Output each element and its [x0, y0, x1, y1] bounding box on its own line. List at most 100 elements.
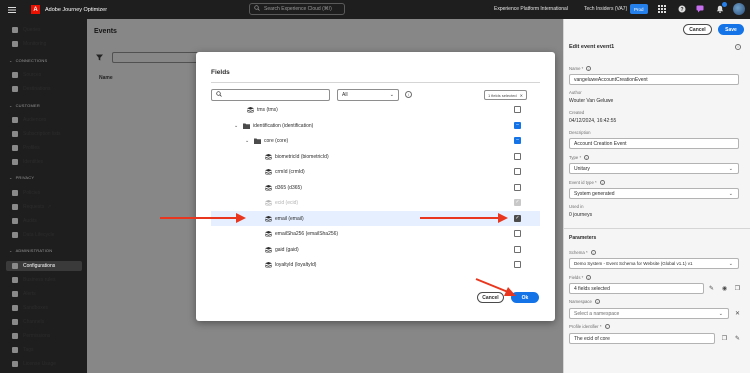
sidebar-item-business-rules[interactable]: Business rules [12, 275, 56, 285]
sidebar-item-sources[interactable]: Sources [12, 70, 41, 80]
tree-row[interactable]: email (email) ✓ [211, 211, 540, 226]
tree-row[interactable]: loyaltyId (loyaltyId) [211, 257, 540, 272]
sidebar-item-audiences[interactable]: Audiences [12, 115, 46, 125]
name-field[interactable]: vangeluweAccountCreationEvent [569, 74, 739, 85]
sidebar-item-permissions[interactable]: Permissions [12, 331, 50, 341]
namespace-select[interactable]: Select a namespace ⌄ [569, 308, 729, 319]
field-checkbox[interactable] [514, 168, 521, 175]
save-button[interactable]: Save [718, 24, 744, 35]
field-checkbox[interactable] [514, 246, 521, 253]
sidebar-item-license-usage[interactable]: License Usage [12, 359, 56, 369]
chat-icon[interactable] [695, 4, 705, 14]
sidebar-item-profiles[interactable]: Profiles [12, 143, 40, 153]
sidebar-item-subscription-lists[interactable]: Subscription lists [12, 129, 61, 139]
tree-row[interactable]: biometricId (biometricId) [211, 149, 540, 164]
search-icon [216, 91, 222, 99]
field-checkbox[interactable] [514, 230, 521, 237]
tree-row[interactable]: tms (tms) [211, 102, 540, 117]
sidebar-item-data-lifecycle[interactable]: Data Lifecycle [12, 230, 54, 240]
edit-pencil-icon[interactable]: ✎ [708, 285, 715, 292]
copy-icon[interactable]: ❐ [734, 285, 741, 292]
monitoring-icon [12, 41, 18, 47]
profile-identifier-field[interactable]: The ecid of core [569, 333, 715, 344]
sidebar-item-channels[interactable]: Channels [12, 317, 44, 327]
apps-grid-icon[interactable] [657, 4, 667, 14]
copy-icon[interactable]: ❐ [721, 335, 728, 342]
cancel-button[interactable]: Cancel [683, 24, 712, 35]
type-select[interactable]: Unitary ⌄ [569, 163, 739, 174]
sidebar-item-tags[interactable]: Tags [12, 345, 34, 355]
field-group-icon [265, 215, 272, 222]
avatar[interactable] [733, 3, 745, 15]
event-id-type-select[interactable]: System generated ⌄ [569, 188, 739, 199]
field-checkbox[interactable] [514, 184, 521, 191]
close-icon[interactable]: ✕ [520, 93, 523, 98]
modal-cancel-button[interactable]: Cancel [477, 292, 504, 303]
info-icon[interactable]: i [586, 275, 592, 280]
filter-select[interactable]: All ⌄ [337, 89, 399, 101]
field-checkbox[interactable]: – [514, 137, 521, 144]
svg-text:?: ? [680, 7, 683, 13]
chevron-down-icon[interactable]: ⌄ [245, 138, 249, 144]
org-name[interactable]: Experience Platform International [494, 6, 568, 12]
sidebar-section-customer[interactable]: ⌄ CUSTOMER [9, 103, 40, 108]
sidebar-item-configurations[interactable]: Configurations [6, 261, 82, 271]
tree-row[interactable]: ecid (ecid) ✓ [211, 195, 540, 210]
adobe-logo-icon[interactable]: A [31, 5, 40, 14]
sidebar-item-identities[interactable]: Identities [12, 157, 43, 167]
sandbox-name[interactable]: Tech Insiders (VA7) [584, 6, 627, 12]
sidebar-section-privacy[interactable]: ⌄ PRIVACY [9, 175, 34, 180]
field-checkbox: ✓ [514, 199, 521, 206]
tree-row[interactable]: d365 (d365) [211, 180, 540, 195]
info-icon[interactable]: i [735, 44, 741, 50]
sidebar-item-queries[interactable]: Queries [12, 25, 41, 35]
bell-icon[interactable] [715, 2, 727, 14]
sidebar-item-sandboxes[interactable]: Sandboxes [12, 303, 48, 313]
global-search-input[interactable]: Search Experience Cloud (⌘/) [249, 3, 345, 15]
sidebar-item-monitoring[interactable]: Monitoring [12, 39, 46, 49]
info-icon[interactable]: i [586, 66, 592, 71]
info-icon[interactable]: i [599, 180, 605, 185]
description-field[interactable]: Account Creation Event [569, 138, 739, 149]
field-checkbox[interactable]: – [514, 122, 521, 129]
fields-search-input[interactable] [211, 89, 330, 101]
tree-row[interactable]: gaid (gaid) [211, 242, 540, 257]
field-checkbox[interactable] [514, 106, 521, 113]
info-icon[interactable]: i [405, 91, 412, 98]
clear-icon[interactable]: ✕ [734, 310, 741, 317]
permissions-icon [12, 333, 18, 339]
ok-button[interactable]: Ok [511, 292, 539, 303]
info-icon[interactable]: i [584, 155, 590, 160]
sidebar-item-destinations[interactable]: Destinations [12, 84, 51, 94]
tree-row[interactable]: ⌄ core (core) – [211, 133, 540, 148]
info-icon[interactable]: i [590, 250, 596, 255]
profile-identifier-label: Profile identifier * i [569, 324, 610, 329]
sidebar-section-connections[interactable]: ⌄ CONNECTIONS [9, 58, 47, 63]
selected-fields-badge[interactable]: 1 fields selected ✕ [484, 90, 527, 100]
divider [563, 228, 750, 229]
chevron-down-icon[interactable]: ⌄ [234, 123, 238, 129]
eye-icon[interactable]: ◉ [721, 285, 728, 292]
tree-row[interactable]: crmId (crmId) [211, 164, 540, 179]
used-in-value: 0 journeys [569, 212, 593, 218]
info-icon[interactable]: i [594, 299, 600, 304]
sidebar-section-administration[interactable]: ⌄ ADMINISTRATION [9, 248, 52, 253]
nav-toggle-icon[interactable] [7, 5, 17, 15]
schema-select[interactable]: Demo System - Event Schema for Website (… [569, 258, 739, 269]
field-checkbox[interactable]: ✓ [514, 215, 521, 222]
fields-field[interactable]: 4 fields selected [569, 283, 704, 294]
sidebar-item-requests[interactable]: Requests ↗ [12, 202, 51, 212]
sidebar-item-audits[interactable]: Audits [12, 216, 37, 226]
app-name[interactable]: Adobe Journey Optimizer [45, 7, 107, 13]
field-checkbox[interactable] [514, 261, 521, 268]
destinations-icon [12, 86, 18, 92]
edit-pencil-icon[interactable]: ✎ [734, 335, 741, 342]
help-icon[interactable]: ? [677, 4, 687, 14]
license-icon [12, 361, 18, 367]
sidebar-item-alerts[interactable]: Alerts [12, 289, 36, 299]
field-checkbox[interactable] [514, 153, 521, 160]
sidebar-item-policies[interactable]: Policies [12, 188, 40, 198]
tree-row[interactable]: emailSha256 (emailSha256) [211, 226, 540, 241]
info-icon[interactable]: i [604, 324, 610, 329]
tree-row[interactable]: ⌄ identification (identification) – [211, 118, 540, 133]
